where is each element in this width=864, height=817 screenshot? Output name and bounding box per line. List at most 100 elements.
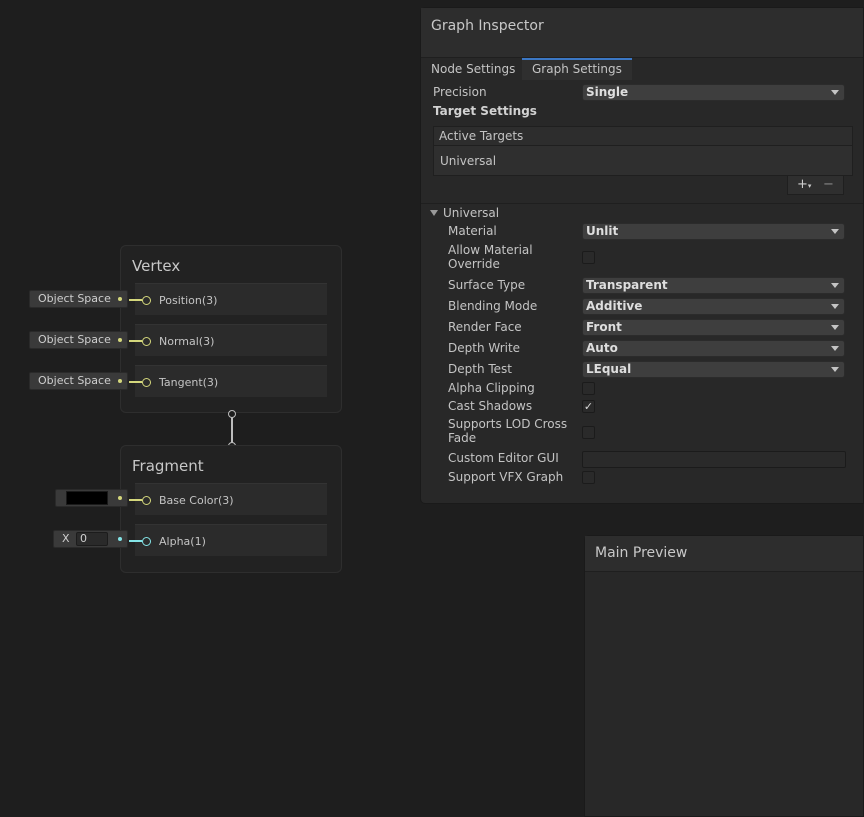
material-dropdown[interactable]: Unlit [582, 223, 845, 240]
blending-mode-label: Blending Mode [448, 299, 538, 313]
add-target-button[interactable]: +▾ [797, 177, 811, 192]
port-icon[interactable] [142, 378, 151, 387]
output-dot-icon [118, 537, 122, 541]
wire [129, 381, 142, 383]
depth-test-label: Depth Test [448, 362, 512, 376]
fragment-slot-alpha[interactable]: Alpha(1) [129, 524, 327, 556]
active-targets-header: Active Targets [434, 127, 852, 146]
foldout-arrow-icon [430, 210, 438, 216]
precision-dropdown[interactable]: Single [582, 84, 845, 101]
connector-top-dot [228, 410, 236, 418]
dropdown-arrow-icon [831, 325, 839, 330]
render-face-value: Front [586, 320, 622, 334]
vertex-node-title: Vertex [132, 257, 181, 275]
port-icon[interactable] [142, 296, 151, 305]
tab-node-settings[interactable]: Node Settings [421, 58, 525, 80]
color-swatch[interactable] [66, 491, 108, 505]
slot-label: Tangent(3) [159, 376, 219, 389]
plus-icon: + [797, 177, 808, 192]
tab-graph-settings[interactable]: Graph Settings [522, 58, 632, 80]
vertex-slot-normal[interactable]: Normal(3) [129, 324, 327, 356]
position-space-input[interactable]: Object Space [29, 290, 128, 308]
base-color-input[interactable] [55, 489, 128, 507]
dropdown-arrow-icon [831, 283, 839, 288]
custom-editor-field[interactable] [582, 451, 846, 468]
normal-space-input[interactable]: Object Space [29, 331, 128, 349]
wire [129, 540, 142, 542]
surface-type-value: Transparent [586, 278, 668, 292]
lod-crossfade-checkbox[interactable] [582, 426, 595, 439]
render-face-dropdown[interactable]: Front [582, 319, 845, 336]
preview-header[interactable]: Main Preview [585, 536, 863, 572]
wire [129, 499, 142, 501]
depth-test-value: LEqual [586, 362, 632, 376]
port-icon[interactable] [142, 496, 151, 505]
port-icon[interactable] [142, 337, 151, 346]
vfx-graph-checkbox[interactable] [582, 471, 595, 484]
dropdown-arrow-icon [831, 367, 839, 372]
space-label: Object Space [38, 333, 111, 346]
fragment-node-title: Fragment [132, 457, 204, 475]
tangent-space-input[interactable]: Object Space [29, 372, 128, 390]
remove-target-button[interactable]: − [823, 177, 834, 192]
fragment-node[interactable]: Fragment Base Color(3) Alpha(1) [120, 445, 342, 573]
alpha-clipping-checkbox[interactable] [582, 382, 595, 395]
wire [129, 340, 142, 342]
material-label: Material [448, 224, 497, 238]
render-face-label: Render Face [448, 320, 522, 334]
output-dot-icon [118, 379, 122, 383]
check-icon: ✓ [583, 400, 594, 413]
inspector-title: Graph Inspector [431, 18, 544, 34]
output-dot-icon [118, 338, 122, 342]
inspector-tabs: Node Settings Graph Settings [421, 58, 863, 80]
slot-label: Position(3) [159, 294, 218, 307]
precision-label: Precision [433, 85, 487, 99]
allow-override-checkbox[interactable] [582, 251, 595, 264]
dropdown-arrow-icon [831, 304, 839, 309]
output-dot-icon [118, 297, 122, 301]
target-settings-heading: Target Settings [433, 104, 537, 118]
lod-crossfade-label: Supports LOD Cross Fade [448, 417, 568, 445]
active-targets-list: Active Targets Universal [433, 126, 853, 176]
vertex-slot-position[interactable]: Position(3) [129, 283, 327, 315]
surface-type-dropdown[interactable]: Transparent [582, 277, 845, 294]
dropdown-arrow-icon [831, 90, 839, 95]
axis-label: X [62, 532, 70, 545]
depth-write-label: Depth Write [448, 341, 521, 355]
space-label: Object Space [38, 292, 111, 305]
surface-type-label: Surface Type [448, 278, 526, 292]
alpha-value-field[interactable]: 0 [76, 532, 108, 546]
alpha-clipping-label: Alpha Clipping [448, 381, 535, 395]
cast-shadows-checkbox[interactable]: ✓ [582, 400, 595, 413]
space-label: Object Space [38, 374, 111, 387]
blending-mode-value: Additive [586, 299, 643, 313]
slot-label: Base Color(3) [159, 494, 234, 507]
list-item[interactable]: Universal [440, 154, 496, 168]
allow-override-label: Allow Material Override [448, 243, 533, 271]
depth-test-dropdown[interactable]: LEqual [582, 361, 845, 378]
caret-icon: ▾ [807, 182, 812, 190]
depth-write-dropdown[interactable]: Auto [582, 340, 845, 357]
vertex-node[interactable]: Vertex Position(3) Normal(3) Tangent(3) [120, 245, 342, 413]
output-dot-icon [118, 496, 122, 500]
main-preview[interactable]: Main Preview [584, 535, 864, 817]
depth-write-value: Auto [586, 341, 618, 355]
alpha-input[interactable]: X 0 [53, 530, 128, 548]
inspector-header[interactable]: Graph Inspector [421, 8, 863, 58]
graph-inspector[interactable]: Graph Inspector Node Settings Graph Sett… [420, 7, 864, 504]
port-icon[interactable] [142, 537, 151, 546]
dropdown-arrow-icon [831, 346, 839, 351]
fragment-slot-base-color[interactable]: Base Color(3) [129, 483, 327, 515]
cast-shadows-label: Cast Shadows [448, 399, 533, 413]
vertex-slot-tangent[interactable]: Tangent(3) [129, 365, 327, 397]
foldout-label: Universal [443, 206, 500, 220]
slot-label: Normal(3) [159, 335, 215, 348]
vfx-graph-label: Support VFX Graph [448, 470, 564, 484]
universal-foldout[interactable]: Universal [421, 203, 863, 221]
blending-mode-dropdown[interactable]: Additive [582, 298, 845, 315]
targets-buttons: +▾ − [787, 176, 844, 195]
wire [129, 299, 142, 301]
custom-editor-label: Custom Editor GUI [448, 451, 559, 465]
precision-value: Single [586, 85, 629, 99]
preview-title: Main Preview [595, 545, 688, 561]
